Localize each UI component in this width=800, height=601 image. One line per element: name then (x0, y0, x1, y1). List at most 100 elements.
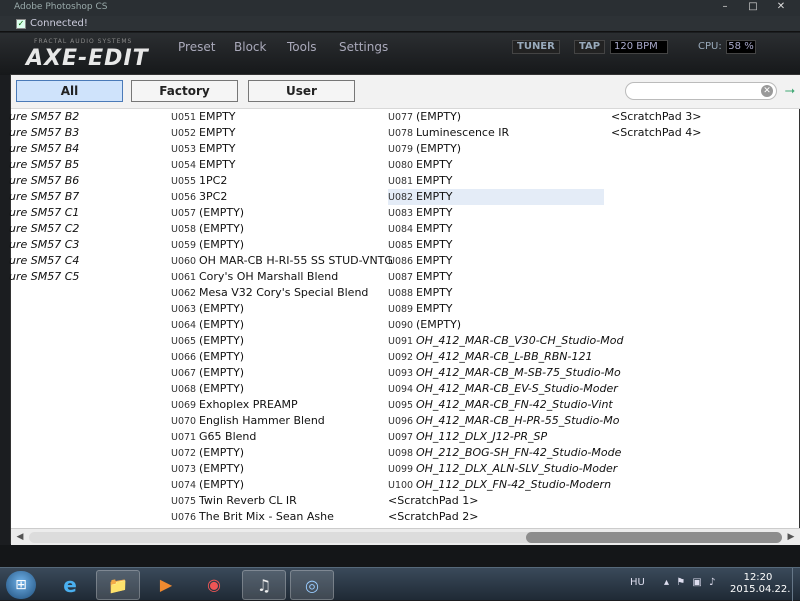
search-input[interactable]: ✕ (625, 82, 777, 100)
list-item[interactable]: ure SM57 B3 (9, 125, 149, 141)
list-item[interactable]: U062 Mesa V32 Cory's Special Blend (171, 285, 381, 301)
list-item[interactable]: U087 EMPTY (388, 269, 604, 285)
list-item[interactable]: U085 EMPTY (388, 237, 604, 253)
list-item[interactable]: ure SM57 B5 (9, 157, 149, 173)
horizontal-scrollbar[interactable]: ◀ ▶ (11, 528, 800, 545)
minimize-button[interactable]: – (712, 0, 738, 14)
list-item[interactable]: U059 (EMPTY) (171, 237, 381, 253)
list-item[interactable]: U098 OH_212_BOG-SH_FN-42_Studio-Mode (388, 445, 621, 461)
list-item[interactable]: U063 (EMPTY) (171, 301, 381, 317)
list-item[interactable]: U084 EMPTY (388, 221, 604, 237)
tuner-button[interactable]: TUNER (512, 40, 560, 54)
filter-user-button[interactable]: User (248, 80, 355, 102)
list-item[interactable]: ure SM57 C5 (9, 269, 149, 285)
list-item[interactable]: U092 OH_412_MAR-CB_L-BB_RBN-121 (388, 349, 604, 365)
tempo-display[interactable]: 120 BPM (610, 40, 668, 54)
list-item[interactable]: <ScratchPad 3> (611, 109, 791, 125)
list-item[interactable]: U091 OH_412_MAR-CB_V30-CH_Studio-Mod (388, 333, 623, 349)
list-item[interactable]: ure SM57 C2 (9, 221, 149, 237)
scroll-left-icon[interactable]: ◀ (13, 531, 27, 544)
list-item[interactable]: U064 (EMPTY) (171, 317, 381, 333)
list-item[interactable]: U069 Exhoplex PREAMP (171, 397, 381, 413)
list-item[interactable]: U057 (EMPTY) (171, 205, 381, 221)
list-item[interactable]: U079 (EMPTY) (388, 141, 604, 157)
maximize-button[interactable]: □ (740, 0, 766, 14)
list-item[interactable]: U060 OH MAR-CB H-RI-55 SS STUD-VNTG (171, 253, 393, 269)
list-item[interactable]: U055 1PC2 (171, 173, 381, 189)
window-title: Adobe Photoshop CS (14, 2, 108, 12)
list-item[interactable]: ure SM57 B6 (9, 173, 149, 189)
media-player-icon[interactable]: ▶ (144, 570, 188, 600)
chrome-icon[interactable]: ◉ (192, 570, 236, 600)
clock[interactable]: 12:20 2015.04.22. (730, 572, 790, 596)
list-item[interactable]: U074 (EMPTY) (171, 477, 381, 493)
list-item[interactable]: U065 (EMPTY) (171, 333, 381, 349)
filter-factory-button[interactable]: Factory (131, 80, 238, 102)
list-item[interactable]: ure SM57 C4 (9, 253, 149, 269)
menu-block[interactable]: Block (234, 40, 266, 54)
list-item[interactable]: U094 OH_412_MAR-CB_EV-S_Studio-Moder (388, 381, 618, 397)
list-item[interactable]: U067 (EMPTY) (171, 365, 381, 381)
ie-icon[interactable]: e (48, 570, 92, 600)
pin-icon[interactable]: ⭢ (781, 82, 799, 100)
list-item[interactable]: U086 EMPTY (388, 253, 604, 269)
folder-icon[interactable]: 📁 (96, 570, 140, 600)
list-item[interactable]: U077 (EMPTY) (388, 109, 604, 125)
tap-button[interactable]: TAP (574, 40, 606, 54)
list-item[interactable]: U095 OH_412_MAR-CB_FN-42_Studio-Vint (388, 397, 613, 413)
list-item[interactable]: U099 OH_112_DLX_ALN-SLV_Studio-Moder (388, 461, 617, 477)
scroll-thumb[interactable] (526, 532, 782, 543)
list-item[interactable]: U096 OH_412_MAR-CB_H-PR-55_Studio-Mo (388, 413, 620, 429)
list-item[interactable]: U056 3PC2 (171, 189, 381, 205)
list-item[interactable]: U070 English Hammer Blend (171, 413, 381, 429)
list-item[interactable]: U076 The Brit Mix - Sean Ashe (171, 509, 381, 525)
connected-checkbox[interactable]: ✓ (16, 19, 26, 29)
tray-icons[interactable]: ▴ ⚑ ▣ ♪ (664, 577, 717, 588)
axe-edit-icon[interactable]: ♫ (242, 570, 286, 600)
list-item[interactable]: U082 EMPTY (388, 189, 604, 205)
list-item[interactable]: ure SM57 C1 (9, 205, 149, 221)
list-item[interactable]: <ScratchPad 4> (611, 125, 791, 141)
list-item[interactable]: U071 G65 Blend (171, 429, 381, 445)
cab-name: EMPTY (416, 190, 453, 203)
list-item[interactable]: U078 Luminescence IR (388, 125, 604, 141)
list-item[interactable]: U051 EMPTY (171, 109, 381, 125)
list-item[interactable]: U073 (EMPTY) (171, 461, 381, 477)
list-item[interactable]: U080 EMPTY (388, 157, 604, 173)
list-item[interactable]: U066 (EMPTY) (171, 349, 381, 365)
menu-preset[interactable]: Preset (178, 40, 215, 54)
list-item[interactable]: ure SM57 B2 (9, 109, 149, 125)
list-item[interactable]: <ScratchPad 1> (388, 493, 604, 509)
list-item[interactable]: U054 EMPTY (171, 157, 381, 173)
cab-column-a: ure SM57 B2 ure SM57 B3 ure SM57 B4 ure SM5… (9, 109, 149, 285)
list-item[interactable]: U052 EMPTY (171, 125, 381, 141)
list-item[interactable]: U058 (EMPTY) (171, 221, 381, 237)
list-item[interactable]: ure SM57 C3 (9, 237, 149, 253)
list-item[interactable]: <ScratchPad 2> (388, 509, 604, 525)
language-indicator[interactable]: HU (630, 577, 645, 588)
close-button[interactable]: ✕ (768, 0, 794, 14)
list-item[interactable]: ure SM57 B7 (9, 189, 149, 205)
menu-settings[interactable]: Settings (339, 40, 388, 54)
list-item[interactable]: U088 EMPTY (388, 285, 604, 301)
list-item[interactable]: U100 OH_112_DLX_FN-42_Studio-Modern (388, 477, 611, 493)
start-button[interactable]: ⊞ (6, 571, 36, 599)
menu-tools[interactable]: Tools (287, 40, 317, 54)
list-item[interactable]: U053 EMPTY (171, 141, 381, 157)
show-desktop-button[interactable] (792, 568, 800, 601)
list-item[interactable]: U090 (EMPTY) (388, 317, 604, 333)
photoshop-icon[interactable]: ◎ (290, 570, 334, 600)
list-item[interactable]: U075 Twin Reverb CL IR (171, 493, 381, 509)
scroll-right-icon[interactable]: ▶ (784, 531, 798, 544)
filter-all-button[interactable]: All (16, 80, 123, 102)
list-item[interactable]: U089 EMPTY (388, 301, 604, 317)
list-item[interactable]: U072 (EMPTY) (171, 445, 381, 461)
list-item[interactable]: U083 EMPTY (388, 205, 604, 221)
list-item[interactable]: U093 OH_412_MAR-CB_M-SB-75_Studio-Mo (388, 365, 621, 381)
list-item[interactable]: ure SM57 B4 (9, 141, 149, 157)
list-item[interactable]: U068 (EMPTY) (171, 381, 381, 397)
list-item[interactable]: U097 OH_112_DLX_J12-PR_SP (388, 429, 604, 445)
list-item[interactable]: U081 EMPTY (388, 173, 604, 189)
list-item[interactable]: U061 Cory's OH Marshall Blend (171, 269, 381, 285)
clear-search-icon[interactable]: ✕ (761, 85, 773, 97)
